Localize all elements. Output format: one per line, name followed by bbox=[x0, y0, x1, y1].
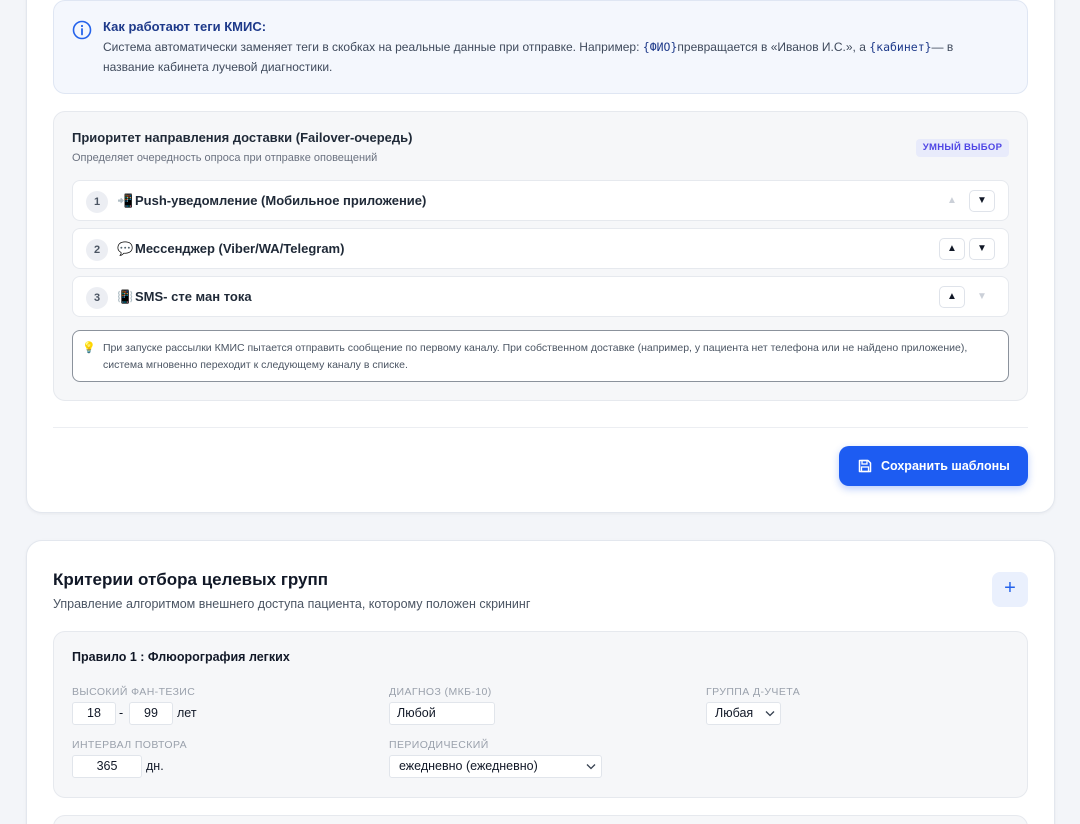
diagnosis-input[interactable]: Любой bbox=[389, 702, 495, 725]
age-label: ВЫСОКИЙ ФАН-ТЕЗИС bbox=[72, 686, 196, 698]
periodic-select[interactable]: ежедневно (ежедневно) bbox=[389, 755, 602, 778]
tags-info-title: Как работают теги КМИС: bbox=[103, 19, 267, 34]
rule-card-next bbox=[53, 815, 1028, 824]
tag-cabinet: {кабинет} bbox=[869, 40, 932, 54]
age-separator: - bbox=[119, 706, 124, 720]
periodic-select-value: ежедневно (ежедневно) bbox=[399, 759, 538, 773]
lightbulb-icon: 💡 bbox=[82, 342, 96, 354]
save-icon bbox=[858, 459, 872, 473]
chat-icon: 💬 bbox=[117, 241, 134, 256]
move-down-button[interactable]: ▼ bbox=[969, 286, 995, 308]
rule-title: Правило 1 : Флюорография легких bbox=[72, 650, 290, 664]
chevron-down-icon bbox=[586, 764, 596, 770]
vibrate-icon: 📳 bbox=[117, 289, 134, 304]
channel-row-sms[interactable]: 3 📳 SMS- сте ман тока ▲ ▼ bbox=[72, 276, 1009, 317]
info-icon bbox=[72, 20, 92, 40]
add-rule-button[interactable]: + bbox=[992, 572, 1028, 607]
diagnosis-label: ДИАГНОЗ (МКБ-10) bbox=[389, 686, 492, 698]
channel-row-push[interactable]: 1 📲 Push-уведомление (Мобильное приложени… bbox=[72, 180, 1009, 221]
divider bbox=[53, 427, 1028, 428]
interval-label: ИНТЕРВАЛ ПОВТОРА bbox=[72, 739, 188, 751]
move-up-button[interactable]: ▲ bbox=[939, 286, 965, 308]
channel-row-messenger[interactable]: 2 💬 Мессенджер (Viber/WA/Telegram) ▲ ▼ bbox=[72, 228, 1009, 269]
interval-unit: дн. bbox=[146, 759, 164, 773]
interval-input[interactable]: 365 bbox=[72, 755, 142, 778]
mobile-icon: 📲 bbox=[117, 193, 134, 208]
age-to-input[interactable]: 99 bbox=[129, 702, 173, 725]
channel-label: Push-уведомление (Мобильное приложение) bbox=[135, 193, 427, 208]
channel-label: SMS- сте ман тока bbox=[135, 289, 252, 304]
failover-note-text: При запуске рассылки КМИС пытается отпра… bbox=[103, 342, 968, 371]
plus-icon: + bbox=[1004, 577, 1016, 599]
chevron-down-icon bbox=[765, 711, 775, 717]
age-unit: лет bbox=[177, 706, 197, 720]
group-select-value: Любая bbox=[715, 706, 754, 720]
move-up-button[interactable]: ▲ bbox=[939, 190, 965, 212]
save-templates-button[interactable]: Сохранить шаблоны bbox=[839, 446, 1028, 486]
criteria-title: Критерии отбора целевых групп bbox=[53, 570, 329, 589]
tag-fio: {ФИО} bbox=[642, 40, 678, 54]
group-label: ГРУППА Д-УЧЕТА bbox=[706, 686, 801, 698]
channel-number: 2 bbox=[86, 239, 108, 261]
move-down-button[interactable]: ▼ bbox=[969, 238, 995, 260]
failover-note: 💡 При запуске рассылки КМИС пытается отп… bbox=[72, 330, 1009, 382]
priority-title: Приоритет направления доставки (Failover… bbox=[72, 130, 413, 145]
periodic-label: ПЕРИОДИЧЕСКИЙ bbox=[389, 739, 489, 751]
move-down-button[interactable]: ▼ bbox=[969, 190, 995, 212]
move-up-button[interactable]: ▲ bbox=[939, 238, 965, 260]
age-from-input[interactable]: 18 bbox=[72, 702, 116, 725]
channel-number: 3 bbox=[86, 287, 108, 309]
tags-info-text: Система автоматически заменяет теги в ск… bbox=[103, 40, 954, 74]
channel-label: Мессенджер (Viber/WA/Telegram) bbox=[135, 241, 345, 256]
smart-choice-badge: УМНЫЙ ВЫБОР bbox=[916, 139, 1009, 157]
channel-number: 1 bbox=[86, 191, 108, 213]
priority-subtitle: Определяет очередность опроса при отправ… bbox=[72, 152, 378, 164]
criteria-subtitle: Управление алгоритмом внешнего доступа п… bbox=[53, 597, 531, 611]
group-select[interactable]: Любая bbox=[706, 702, 781, 725]
save-button-label: Сохранить шаблоны bbox=[881, 459, 1010, 473]
